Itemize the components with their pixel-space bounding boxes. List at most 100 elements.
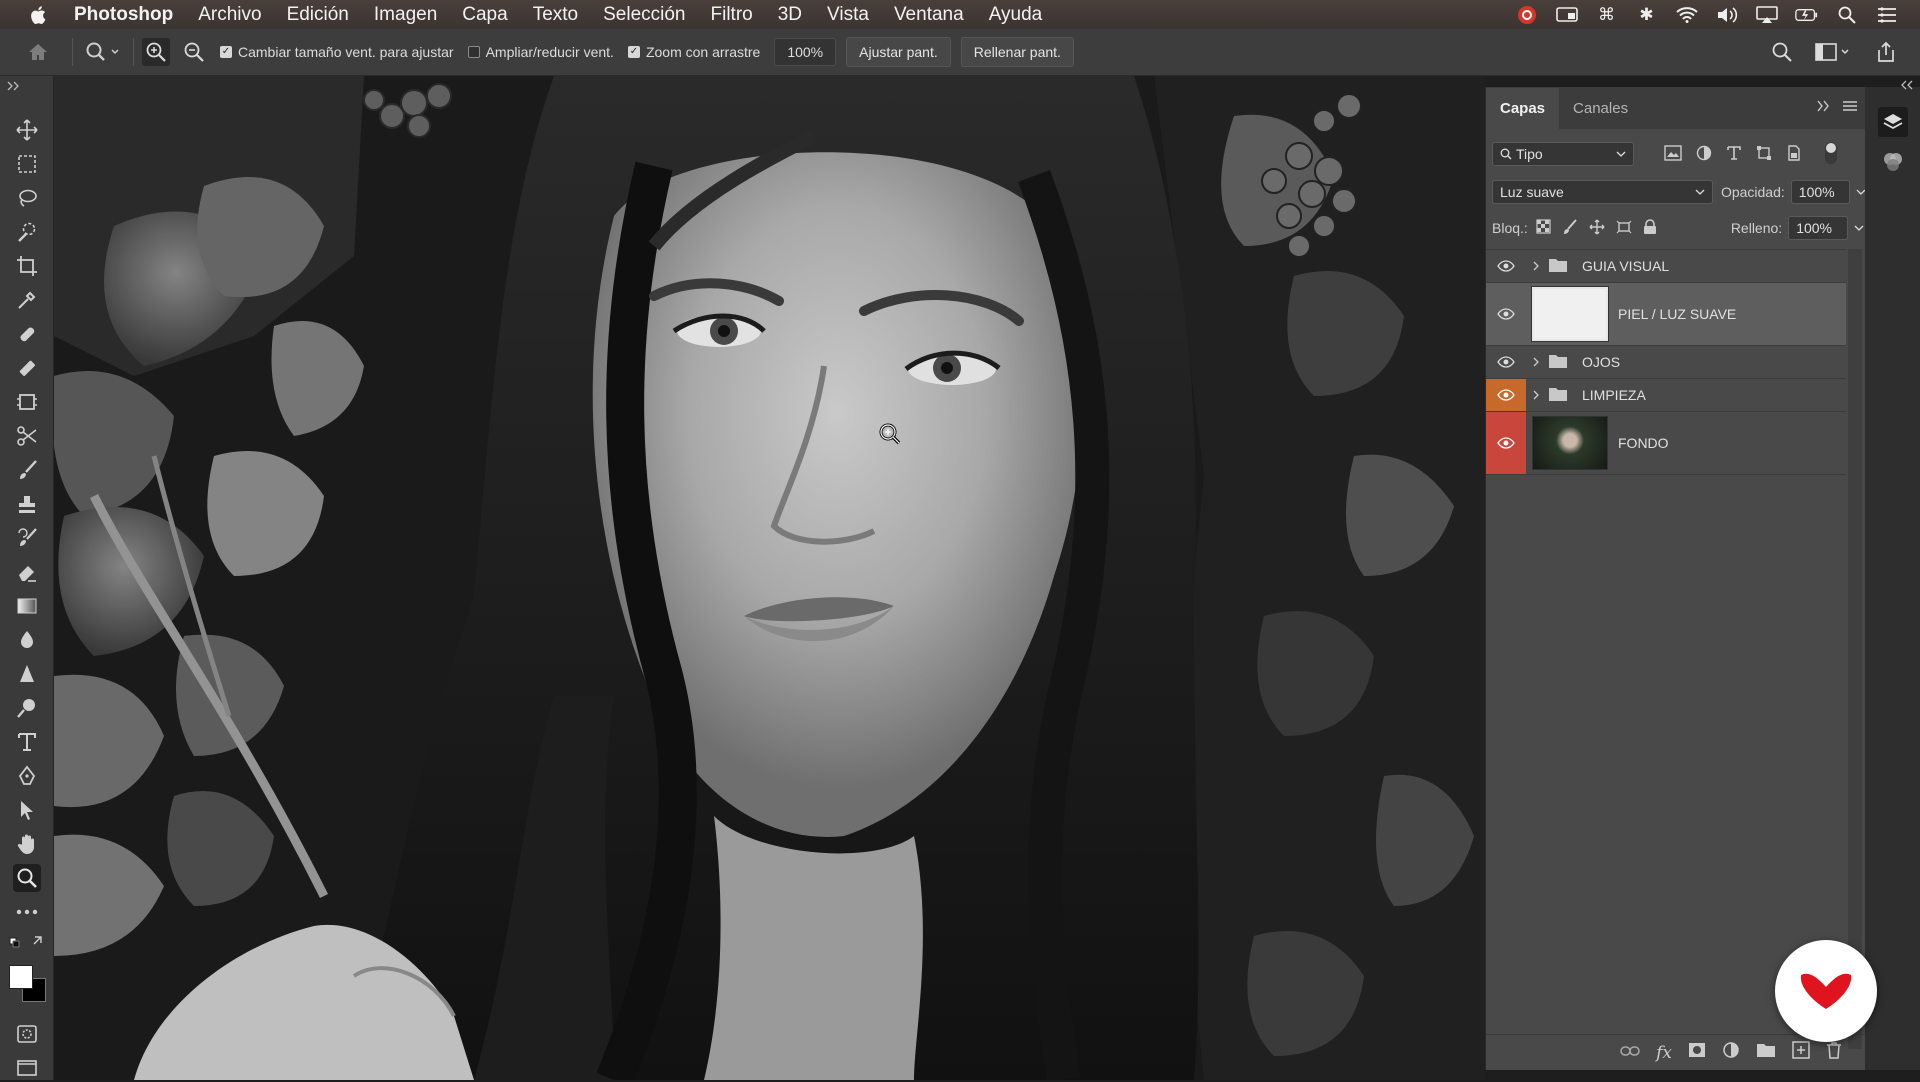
lock-position-icon[interactable] [1589, 219, 1605, 238]
visibility-eye-icon[interactable] [1486, 346, 1526, 378]
menu-texto[interactable]: Texto [533, 4, 578, 26]
content-aware-move-icon[interactable] [13, 388, 41, 416]
fill-screen-button[interactable]: Rellenar pant. [960, 37, 1074, 67]
wifi-icon[interactable] [1675, 3, 1698, 26]
menu-capa[interactable]: Capa [462, 4, 507, 26]
more-tools-icon[interactable] [13, 898, 41, 926]
home-icon[interactable] [24, 38, 52, 66]
eyedropper-tool-icon[interactable] [13, 286, 41, 314]
layer-kind-filter[interactable]: Tipo [1492, 142, 1634, 166]
crop-tool-icon[interactable] [13, 252, 41, 280]
dodge-tool-icon[interactable] [13, 694, 41, 722]
pen-tool-icon[interactable] [13, 762, 41, 790]
menu-vista[interactable]: Vista [827, 4, 869, 26]
visibility-eye-icon[interactable] [1486, 379, 1526, 411]
control-center-icon[interactable] [1875, 3, 1898, 26]
search-icon[interactable] [1768, 38, 1796, 66]
workspace-icon[interactable] [1814, 38, 1854, 66]
zoom-in-icon[interactable] [142, 38, 170, 66]
collapse-toolbar-icon[interactable] [6, 78, 22, 94]
adjustment-layer-icon[interactable] [1722, 1041, 1740, 1064]
stamp-tool-icon[interactable] [13, 490, 41, 518]
group-expand-chevron-icon[interactable] [1532, 387, 1540, 403]
blur-tool-icon[interactable] [13, 626, 41, 654]
creative-cloud-icon[interactable] [1515, 3, 1538, 26]
scissors-tool-icon[interactable] [13, 422, 41, 450]
group-expand-chevron-icon[interactable] [1532, 354, 1540, 370]
layer-row-fondo[interactable]: FONDO [1486, 412, 1846, 475]
menu-filtro[interactable]: Filtro [711, 4, 753, 26]
zoom-tool-preset-icon[interactable] [81, 38, 125, 66]
new-layer-icon[interactable] [1792, 1041, 1810, 1064]
menu-edicion[interactable]: Edición [287, 4, 349, 26]
lock-all-icon[interactable] [1643, 218, 1657, 238]
fit-screen-button[interactable]: Ajustar pant. [846, 37, 951, 67]
lock-artboard-icon[interactable] [1616, 219, 1632, 238]
zoom-out-icon[interactable] [180, 38, 208, 66]
opacity-field[interactable]: 100% [1790, 180, 1851, 204]
filter-adjustment-icon[interactable] [1696, 145, 1712, 164]
filter-pixel-icon[interactable] [1664, 144, 1682, 164]
new-group-folder-icon[interactable] [1756, 1042, 1776, 1063]
group-expand-chevron-icon[interactable] [1532, 258, 1540, 274]
battery-icon[interactable] [1795, 3, 1818, 26]
menu-seleccion[interactable]: Selección [603, 4, 685, 26]
add-mask-icon[interactable] [1688, 1042, 1706, 1063]
spot-healing-tool-icon[interactable] [13, 320, 41, 348]
quick-mask-icon[interactable] [13, 1020, 41, 1048]
history-brush-tool-icon[interactable] [13, 524, 41, 552]
fill-field[interactable]: 100% [1788, 216, 1849, 240]
visibility-eye-icon[interactable] [1486, 250, 1526, 282]
layers-scrollbar[interactable] [1848, 249, 1862, 1049]
layer-row-guia-visual[interactable]: GUIA VISUAL [1486, 250, 1846, 283]
layer-row-piel-luz-suave[interactable]: PIEL / LUZ SUAVE [1486, 283, 1846, 346]
volume-icon[interactable] [1715, 3, 1738, 26]
foreground-color-swatch[interactable] [9, 965, 33, 989]
document-canvas[interactable] [54, 76, 1485, 1080]
blend-mode-select[interactable]: Luz suave [1492, 180, 1713, 204]
airplay-icon[interactable] [1755, 3, 1778, 26]
bluetooth-icon[interactable]: ✱ [1635, 3, 1658, 26]
display-mirror-icon[interactable] [1555, 3, 1578, 26]
command-icon[interactable]: ⌘ [1595, 3, 1618, 26]
swap-colors-icon[interactable] [6, 932, 48, 952]
layer-row-ojos[interactable]: OJOS [1486, 346, 1846, 379]
tab-channels[interactable]: Canales [1559, 88, 1642, 129]
menu-3d[interactable]: 3D [778, 4, 802, 26]
menu-photoshop[interactable]: Photoshop [74, 4, 173, 26]
screen-mode-icon[interactable] [13, 1054, 41, 1082]
apple-icon[interactable] [28, 4, 50, 26]
channels-panel-dock-icon[interactable] [1878, 147, 1908, 177]
tab-layers[interactable]: Capas [1486, 88, 1560, 129]
path-selection-tool-icon[interactable] [13, 796, 41, 824]
layers-panel-dock-icon[interactable] [1878, 107, 1908, 137]
filter-shape-icon[interactable] [1756, 145, 1772, 164]
move-tool-icon[interactable] [13, 116, 41, 144]
quick-selection-tool-icon[interactable] [13, 218, 41, 246]
zoom-tool-icon[interactable] [13, 864, 41, 892]
menu-ayuda[interactable]: Ayuda [989, 4, 1043, 26]
filter-toggle-icon[interactable] [1824, 141, 1838, 168]
resize-windows-checkbox[interactable]: ✓ Cambiar tamaño vent. para ajustar [220, 44, 454, 60]
link-layers-icon[interactable] [1620, 1044, 1640, 1062]
brush-patch-tool-icon[interactable] [13, 354, 41, 382]
lock-pixels-icon[interactable] [1562, 218, 1578, 238]
marquee-tool-icon[interactable] [13, 150, 41, 178]
visibility-eye-icon[interactable] [1486, 412, 1526, 474]
zoom-all-windows-checkbox[interactable]: Ampliar/reducir vent. [467, 44, 614, 60]
filter-type-icon[interactable] [1726, 145, 1742, 164]
brush-tool-icon[interactable] [13, 456, 41, 484]
layer-row-limpieza[interactable]: LIMPIEZA [1486, 379, 1846, 412]
zoom-percent-field[interactable]: 100% [774, 38, 837, 66]
menu-ventana[interactable]: Ventana [894, 4, 964, 26]
delete-layer-icon[interactable] [1826, 1041, 1842, 1064]
spotlight-search-icon[interactable] [1835, 3, 1858, 26]
filter-smart-object-icon[interactable] [1786, 144, 1802, 164]
type-tool-icon[interactable] [13, 728, 41, 756]
eraser-tool-icon[interactable] [13, 558, 41, 586]
hand-tool-icon[interactable] [13, 830, 41, 858]
fill-chevron-icon[interactable] [1854, 225, 1864, 231]
lasso-tool-icon[interactable] [13, 184, 41, 212]
panel-menu-icon[interactable] [1843, 99, 1857, 116]
share-icon[interactable] [1872, 38, 1900, 66]
